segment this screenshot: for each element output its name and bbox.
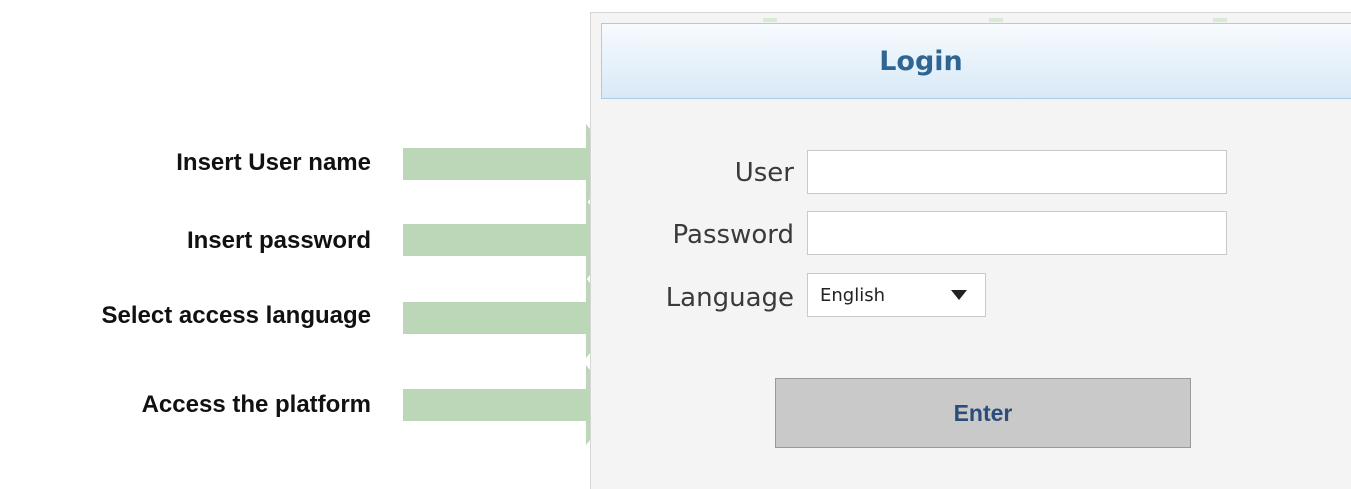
login-title: Login [879, 45, 963, 77]
caret-down-icon [951, 290, 967, 300]
login-panel: Login User Password Language English Ent… [590, 12, 1351, 489]
annotation-access: Access the platform [141, 391, 371, 418]
login-header: Login [601, 23, 1351, 99]
decorative-tick [989, 18, 1003, 22]
annotation-language: Select access language [101, 302, 371, 329]
enter-button[interactable]: Enter [775, 378, 1191, 448]
right-arrow-icon [403, 365, 618, 445]
right-arrow-icon [403, 200, 618, 280]
annotation-user: Insert User name [176, 149, 371, 176]
user-label: User [734, 158, 794, 188]
password-label: Password [672, 220, 794, 250]
right-arrow-icon [403, 124, 618, 204]
decorative-tick [1213, 18, 1227, 22]
language-select[interactable]: English [807, 273, 986, 317]
decorative-tick [763, 18, 777, 22]
annotation-password: Insert password [186, 227, 371, 254]
user-input[interactable] [807, 150, 1227, 194]
language-label: Language [665, 283, 794, 313]
password-input[interactable] [807, 211, 1227, 255]
right-arrow-icon [403, 278, 618, 358]
language-selected-value: English [820, 284, 885, 306]
